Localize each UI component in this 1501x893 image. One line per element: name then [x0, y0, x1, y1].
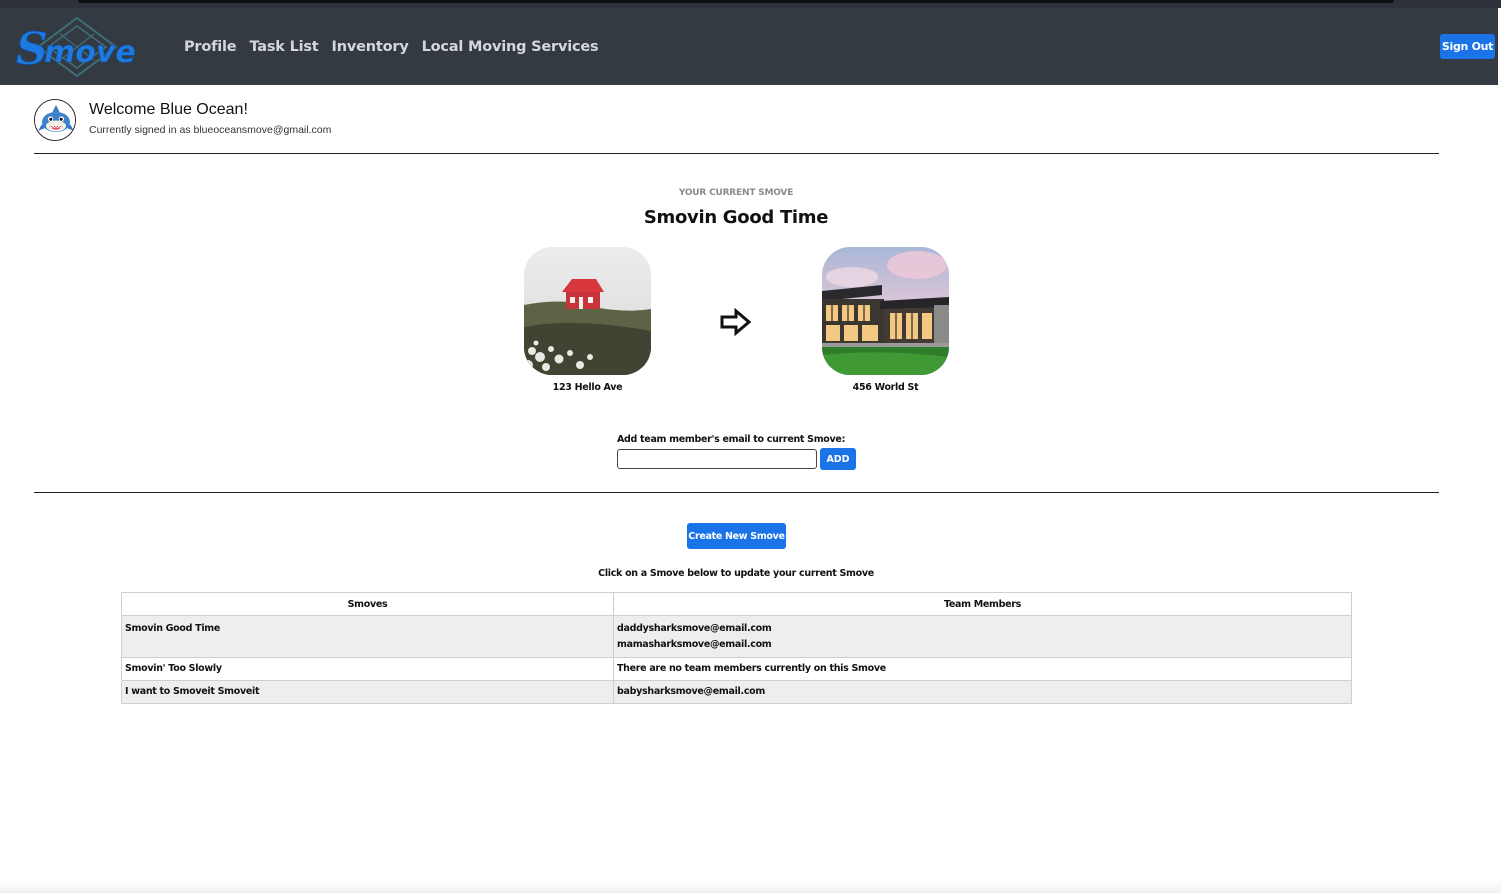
create-new-smove-button[interactable]: Create New Smove: [687, 523, 786, 549]
top-navbar: S move Profile Task List Inventory Local…: [0, 8, 1498, 85]
team-member-email: mamasharksmove@email.com: [617, 639, 772, 650]
smove-logo[interactable]: S move: [14, 14, 140, 80]
team-members-cell: babysharksmove@email.com: [613, 680, 1352, 704]
current-smove-title: Smovin Good Time: [643, 207, 829, 228]
svg-text:move: move: [44, 35, 136, 70]
to-address: 456 World St: [852, 382, 919, 393]
table-row[interactable]: Smovin Good Time daddysharksmove@email.c…: [121, 615, 1352, 658]
svg-text:S: S: [16, 24, 48, 75]
nav-link-inventory[interactable]: Inventory: [332, 39, 409, 55]
no-team-members-text: There are no team members currently on t…: [617, 663, 886, 674]
shark-avatar-icon: [35, 100, 75, 140]
from-house-image: [524, 247, 651, 375]
add-team-member-label: Add team member's email to current Smove…: [617, 434, 846, 445]
team-member-email: daddysharksmove@email.com: [617, 623, 772, 634]
team-members-cell: daddysharksmove@email.com mamasharksmove…: [613, 615, 1352, 658]
page-bottom-edge: [0, 880, 1501, 893]
welcome-heading: Welcome Blue Ocean!: [89, 101, 248, 118]
smoves-table: Smoves Team Members Smovin Good Time dad…: [121, 592, 1352, 704]
column-header-smoves: Smoves: [121, 592, 614, 616]
divider-top: [34, 153, 1439, 154]
team-member-email-input[interactable]: [617, 449, 817, 469]
column-header-team-members: Team Members: [613, 592, 1352, 616]
browser-tab-bar: [78, 0, 1394, 3]
table-header-row: Smoves Team Members: [121, 592, 1352, 616]
main-nav: Profile Task List Inventory Local Moving…: [184, 39, 599, 55]
current-smove-label: YOUR CURRENT SMOVE: [678, 188, 794, 198]
from-address: 123 Hello Ave: [552, 382, 623, 393]
arrow-right-icon: [720, 308, 752, 336]
smove-name-cell: I want to Smoveit Smoveit: [121, 680, 614, 704]
table-row[interactable]: Smovin' Too Slowly There are no team mem…: [121, 657, 1352, 681]
divider-middle: [34, 492, 1439, 493]
browser-chrome-strip: [0, 0, 1501, 8]
smove-name-cell: Smovin Good Time: [121, 615, 614, 658]
signed-in-text: Currently signed in as blueoceansmove@gm…: [89, 124, 332, 136]
add-team-member-button[interactable]: ADD: [820, 448, 856, 470]
smove-name-cell: Smovin' Too Slowly: [121, 657, 614, 681]
sign-out-button[interactable]: Sign Out: [1440, 34, 1495, 59]
nav-link-task-list[interactable]: Task List: [249, 39, 318, 55]
to-house-image: [822, 247, 949, 375]
avatar: [34, 99, 76, 141]
nav-link-local-moving-services[interactable]: Local Moving Services: [422, 39, 599, 55]
team-member-email: babysharksmove@email.com: [617, 686, 765, 697]
nav-link-profile[interactable]: Profile: [184, 39, 237, 55]
table-row[interactable]: I want to Smoveit Smoveit babysharksmove…: [121, 680, 1352, 704]
smove-table-instruction: Click on a Smove below to update your cu…: [598, 568, 874, 579]
team-members-cell: There are no team members currently on t…: [613, 657, 1352, 681]
